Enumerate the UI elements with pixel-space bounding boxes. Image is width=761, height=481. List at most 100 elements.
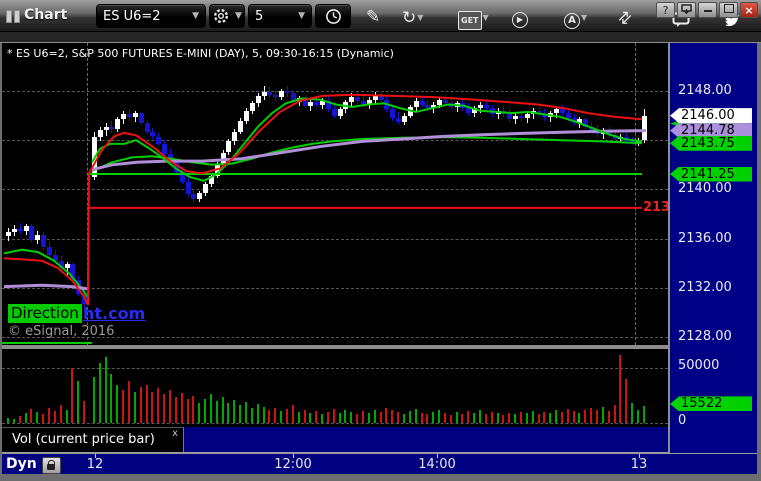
draw-tool-button[interactable]: ✎ <box>366 9 380 26</box>
price-axis[interactable]: 2148.00 2140.00 2136.00 2132.00 2128.00 2144.… <box>668 43 757 453</box>
candle <box>548 113 554 117</box>
interval-value: 5 <box>255 8 264 24</box>
chart-settings-button[interactable]: ▼ <box>209 4 245 28</box>
candle <box>173 162 179 173</box>
volume-bar <box>83 401 86 423</box>
reload-button[interactable]: ↻▼ <box>402 8 423 28</box>
candle <box>91 136 97 178</box>
candle <box>64 264 70 269</box>
watermark-link[interactable]: ht.com <box>83 304 145 323</box>
candle <box>466 108 472 114</box>
volume-bar <box>163 394 166 423</box>
volume-bar <box>584 409 587 423</box>
swap-button[interactable]: ⇄ <box>613 6 636 29</box>
time-label: 12 <box>86 457 104 472</box>
candle <box>401 115 407 122</box>
interval-combo[interactable]: 5 ▼ <box>248 4 312 28</box>
candle <box>314 102 320 105</box>
volume-bar <box>560 412 563 423</box>
candle <box>448 103 454 107</box>
candle <box>46 247 52 255</box>
get-data-button[interactable]: GET ▼ <box>458 10 489 30</box>
time-axis[interactable]: Dyn 12 12:00 14:00 13 <box>2 453 757 474</box>
lock-button[interactable] <box>42 457 61 474</box>
volume-bar <box>209 394 212 423</box>
price-gridline <box>2 189 668 191</box>
popout-button[interactable] <box>677 2 696 18</box>
price-axis-label: 2148.00 <box>678 83 732 98</box>
maximize-button[interactable] <box>719 2 738 18</box>
close-icon[interactable]: x <box>172 429 178 439</box>
play-icon: ▶ <box>512 12 528 28</box>
clock-icon <box>325 8 341 24</box>
replay-button[interactable]: ▶ <box>512 10 528 28</box>
candle <box>261 92 267 96</box>
candle <box>127 114 132 117</box>
price-axis-label: 2132.00 <box>678 279 732 295</box>
refresh-icon: ↻ <box>402 8 417 28</box>
volume-bar <box>402 414 405 423</box>
volume-bar <box>531 410 534 423</box>
candle <box>121 114 127 120</box>
volume-bar <box>274 407 277 423</box>
candle <box>407 106 413 116</box>
volume-bar <box>344 409 347 423</box>
candle <box>296 98 302 103</box>
candle <box>571 118 577 123</box>
volume-bar <box>18 416 21 423</box>
price-pane[interactable]: * ES U6=2, S&P 500 FUTURES E-MINI (DAY),… <box>2 43 668 345</box>
help-button[interactable]: ? <box>656 2 675 18</box>
tab-volume-study[interactable]: Vol (current price bar) x <box>2 427 184 452</box>
candle <box>191 194 197 200</box>
popout-icon <box>681 4 692 15</box>
alerts-button[interactable]: A ▼ <box>564 10 587 29</box>
close-button[interactable]: × <box>740 2 758 18</box>
title-bar: Chart ES U6=2 ▼ ▼ 5 ▼ ✎ ↻▼ GET▼ ▶ A▼ ⇄ <box>0 0 761 32</box>
candle <box>518 115 524 119</box>
time-label: 14:00 <box>418 457 456 472</box>
volume-bar <box>473 413 476 423</box>
volume-bar <box>619 354 622 423</box>
time-template-button[interactable] <box>315 4 351 28</box>
volume-bar <box>601 406 604 423</box>
candle <box>76 280 82 294</box>
volume-bar <box>397 412 400 423</box>
volume-pane[interactable] <box>2 347 668 429</box>
candle <box>507 114 513 120</box>
volume-bar <box>7 417 9 423</box>
volume-bar <box>227 403 230 423</box>
volume-bar <box>59 405 62 423</box>
candle <box>103 126 109 131</box>
candle <box>635 140 641 143</box>
candle <box>208 175 214 185</box>
candle <box>17 228 23 232</box>
volume-bar <box>566 408 569 423</box>
volume-bar <box>285 408 288 423</box>
volume-bar <box>636 409 639 423</box>
volume-bar <box>519 412 522 423</box>
symbol-combo[interactable]: ES U6=2 ▼ <box>96 4 206 28</box>
candle <box>70 264 76 281</box>
candle <box>595 130 600 135</box>
red-level-label: 2138.50 <box>643 199 668 215</box>
volume-bar <box>145 384 148 423</box>
copyright-text: © eSignal, 2016 <box>8 324 115 339</box>
volume-bar <box>133 392 136 423</box>
volume-bar <box>77 381 80 423</box>
volume-bar <box>12 418 15 423</box>
candle <box>244 110 249 121</box>
minimize-button[interactable] <box>698 2 717 18</box>
volume-last-tag: 15522 <box>670 396 752 412</box>
candle <box>630 141 636 143</box>
volume-bar <box>233 399 236 423</box>
candle <box>396 118 402 122</box>
candle <box>606 130 612 136</box>
candle <box>413 100 419 107</box>
volume-bar <box>467 410 470 423</box>
volume-bar <box>104 357 107 423</box>
volume-bar <box>303 409 306 423</box>
volume-bar <box>572 410 575 423</box>
candle <box>600 130 606 135</box>
minimize-icon <box>703 10 712 12</box>
candle <box>478 104 483 109</box>
